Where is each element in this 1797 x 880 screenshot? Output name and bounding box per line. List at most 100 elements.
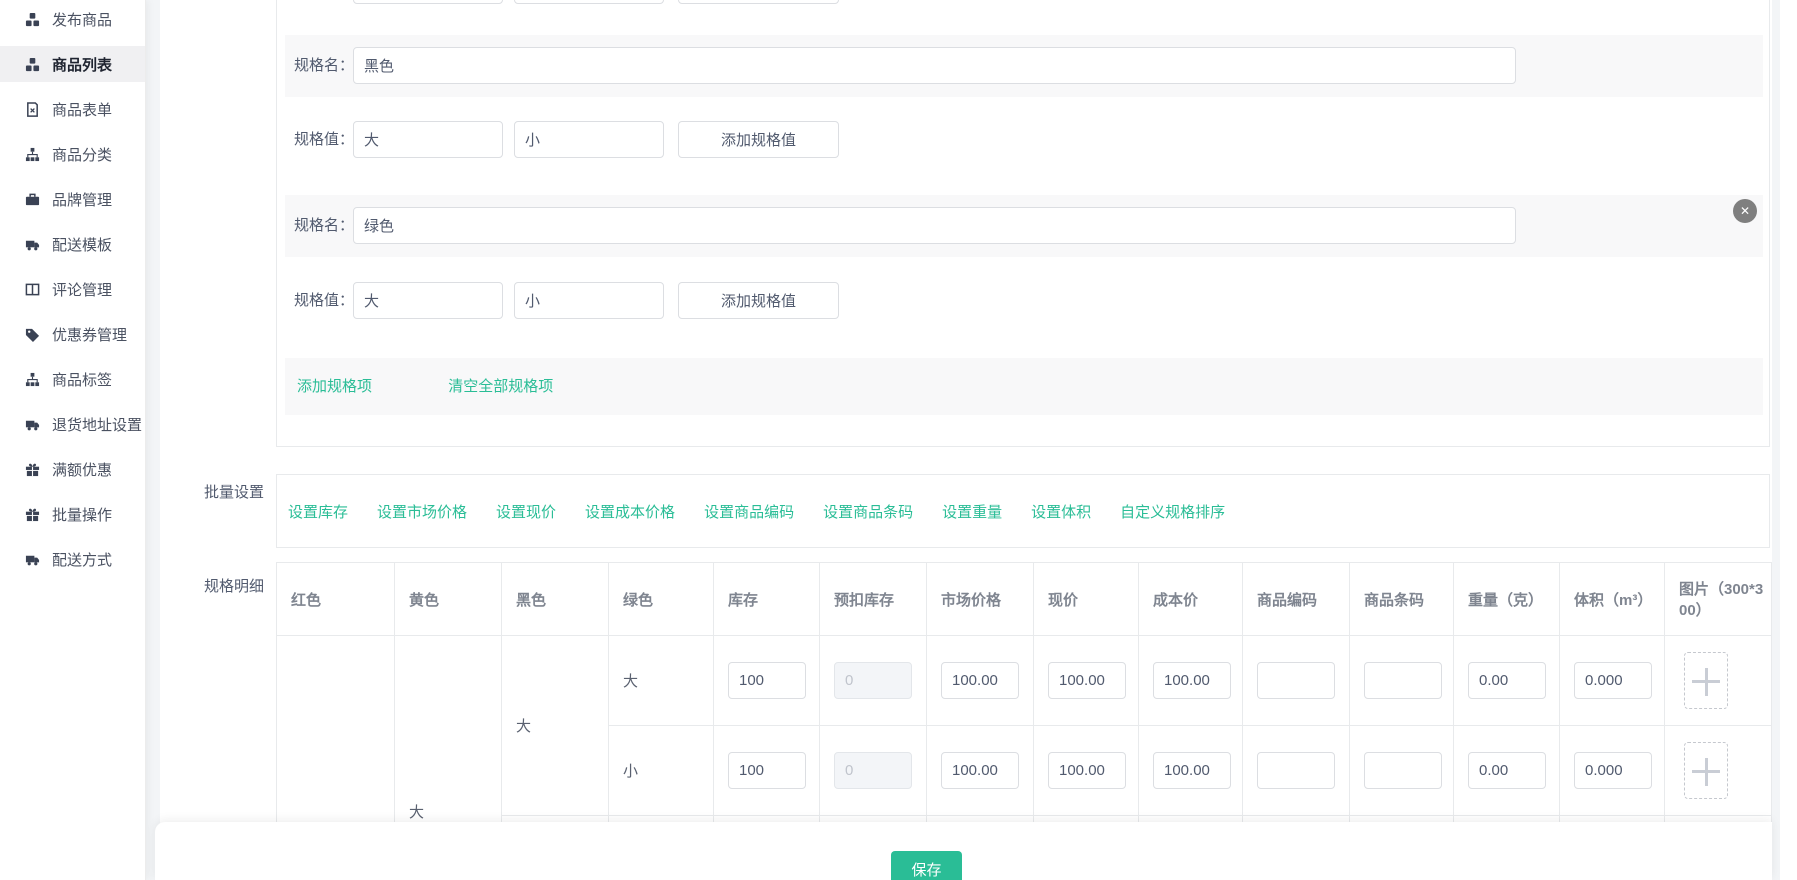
volume-input[interactable] bbox=[1574, 662, 1652, 699]
spec-value-input-black-1[interactable] bbox=[353, 121, 503, 158]
sidebar-item-label: 满额优惠 bbox=[52, 459, 112, 480]
spec-value-label: 规格值： bbox=[294, 270, 354, 332]
sidebar-item-coupon-management[interactable]: 优惠券管理 bbox=[0, 316, 145, 352]
spec-items-panel: 规格名： 规格值： 添加规格值 规格名： 规格值： 添加规格值 添加规格项 清空… bbox=[276, 0, 1770, 447]
price-input[interactable] bbox=[1048, 752, 1126, 789]
batch-link-set-stock[interactable]: 设置库存 bbox=[288, 501, 348, 522]
batch-link-set-volume[interactable]: 设置体积 bbox=[1031, 501, 1091, 522]
sitemap-icon bbox=[25, 372, 40, 387]
delete-spec-item-button[interactable]: ✕ bbox=[1733, 199, 1757, 223]
sidebar-item-batch-operations[interactable]: 批量操作 bbox=[0, 496, 145, 532]
spec-value-label: 规格值： bbox=[294, 109, 354, 171]
spec-name-input-black[interactable] bbox=[353, 47, 1516, 84]
spec-value-input-partial-1[interactable] bbox=[353, 0, 503, 4]
sidebar-item-publish-product[interactable]: 发布商品 bbox=[0, 1, 145, 37]
sidebar-item-review-management[interactable]: 评论管理 bbox=[0, 271, 145, 307]
market-price-input[interactable] bbox=[941, 752, 1019, 789]
sidebar-item-product-tags[interactable]: 商品标签 bbox=[0, 361, 145, 397]
column-header-red: 红色 bbox=[277, 563, 395, 636]
sidebar-item-product-category[interactable]: 商品分类 bbox=[0, 136, 145, 172]
cubes-icon bbox=[25, 12, 40, 27]
spec-value-input-green-2[interactable] bbox=[514, 282, 664, 319]
batch-link-set-weight[interactable]: 设置重量 bbox=[942, 501, 1002, 522]
cubes-icon bbox=[25, 57, 40, 72]
sidebar-item-label: 配送模板 bbox=[52, 234, 112, 255]
batch-link-set-market-price[interactable]: 设置市场价格 bbox=[377, 501, 467, 522]
batch-settings-panel: 设置库存 设置市场价格 设置现价 设置成本价格 设置商品编码 设置商品条码 设置… bbox=[276, 474, 1770, 548]
sidebar-item-full-discount[interactable]: 满额优惠 bbox=[0, 451, 145, 487]
plus-icon bbox=[1705, 668, 1708, 696]
column-header-stock: 库存 bbox=[714, 563, 820, 636]
weight-input[interactable] bbox=[1468, 662, 1546, 699]
column-header-volume: 体积（m³） bbox=[1560, 563, 1665, 636]
sidebar-item-label: 商品表单 bbox=[52, 99, 112, 120]
column-header-barcode: 商品条码 bbox=[1350, 563, 1454, 636]
gift-icon bbox=[25, 462, 40, 477]
sidebar-item-label: 发布商品 bbox=[52, 9, 112, 30]
spec-value-input-green-1[interactable] bbox=[353, 282, 503, 319]
barcode-input[interactable] bbox=[1364, 662, 1442, 699]
cell-black-span: 大 bbox=[502, 636, 609, 816]
file-excel-icon bbox=[25, 102, 40, 117]
column-header-yellow: 黄色 bbox=[395, 563, 502, 636]
barcode-input[interactable] bbox=[1364, 752, 1442, 789]
spec-name-label: 规格名： bbox=[294, 195, 354, 257]
sidebar-item-return-address[interactable]: 退货地址设置 bbox=[0, 406, 145, 442]
batch-link-set-product-code[interactable]: 设置商品编码 bbox=[704, 501, 794, 522]
sidebar-item-label: 配送方式 bbox=[52, 549, 112, 570]
spec-name-input-green[interactable] bbox=[353, 207, 1516, 244]
sitemap-icon bbox=[25, 147, 40, 162]
product-code-input[interactable] bbox=[1257, 662, 1335, 699]
volume-input[interactable] bbox=[1574, 752, 1652, 789]
sidebar-item-label: 批量操作 bbox=[52, 504, 112, 525]
save-button[interactable]: 保存 bbox=[891, 851, 962, 880]
sidebar-item-delivery-template[interactable]: 配送模板 bbox=[0, 226, 145, 262]
batch-link-set-price[interactable]: 设置现价 bbox=[496, 501, 556, 522]
add-spec-item-link[interactable]: 添加规格项 bbox=[297, 378, 372, 395]
truck-icon bbox=[25, 552, 40, 567]
sidebar-item-product-list[interactable]: 商品列表 bbox=[0, 46, 145, 82]
sidebar-item-label: 品牌管理 bbox=[52, 189, 112, 210]
batch-link-set-cost-price[interactable]: 设置成本价格 bbox=[585, 501, 675, 522]
spec-value-input-black-2[interactable] bbox=[514, 121, 664, 158]
spec-actions-row: 添加规格项 清空全部规格项 bbox=[285, 358, 1763, 415]
plus-icon bbox=[1705, 758, 1708, 786]
product-code-input[interactable] bbox=[1257, 752, 1335, 789]
cell-green-value: 大 bbox=[609, 636, 714, 726]
image-upload-button[interactable] bbox=[1684, 742, 1728, 799]
column-header-market-price: 市场价格 bbox=[927, 563, 1034, 636]
weight-input[interactable] bbox=[1468, 752, 1546, 789]
spec-value-input-partial-2[interactable] bbox=[514, 0, 664, 4]
sidebar-item-label: 商品分类 bbox=[52, 144, 112, 165]
sidebar-item-product-form[interactable]: 商品表单 bbox=[0, 91, 145, 127]
column-header-frozen-stock: 预扣库存 bbox=[820, 563, 927, 636]
clear-all-spec-items-link[interactable]: 清空全部规格项 bbox=[448, 378, 553, 395]
sidebar-item-label: 商品列表 bbox=[52, 54, 112, 75]
batch-link-set-barcode[interactable]: 设置商品条码 bbox=[823, 501, 913, 522]
stock-input[interactable] bbox=[728, 662, 806, 699]
cost-price-input[interactable] bbox=[1153, 752, 1231, 789]
sidebar-item-brand-management[interactable]: 品牌管理 bbox=[0, 181, 145, 217]
column-header-price: 现价 bbox=[1034, 563, 1139, 636]
frozen-stock-input bbox=[834, 752, 912, 789]
stock-input[interactable] bbox=[728, 752, 806, 789]
table-row: 大 大 大 bbox=[277, 636, 1772, 726]
briefcase-icon bbox=[25, 192, 40, 207]
cost-price-input[interactable] bbox=[1153, 662, 1231, 699]
add-spec-value-button-green[interactable]: 添加规格值 bbox=[678, 282, 839, 319]
table-header-row: 红色 黄色 黑色 绿色 库存 预扣库存 市场价格 现价 成本价 商品编码 商品条… bbox=[277, 563, 1772, 636]
gift-icon bbox=[25, 507, 40, 522]
columns-icon bbox=[25, 282, 40, 297]
batch-link-custom-spec-sort[interactable]: 自定义规格排序 bbox=[1120, 501, 1225, 522]
add-spec-value-button-black[interactable]: 添加规格值 bbox=[678, 121, 839, 158]
add-spec-value-button-partial[interactable] bbox=[678, 0, 839, 4]
tag-icon bbox=[25, 327, 40, 342]
sidebar-item-label: 商品标签 bbox=[52, 369, 112, 390]
save-bar: 保存 bbox=[155, 822, 1772, 880]
price-input[interactable] bbox=[1048, 662, 1126, 699]
image-upload-button[interactable] bbox=[1684, 652, 1728, 709]
cell-green-value: 小 bbox=[609, 726, 714, 816]
page-scrollbar[interactable] bbox=[1780, 0, 1797, 880]
sidebar-item-delivery-method[interactable]: 配送方式 bbox=[0, 541, 145, 577]
market-price-input[interactable] bbox=[941, 662, 1019, 699]
